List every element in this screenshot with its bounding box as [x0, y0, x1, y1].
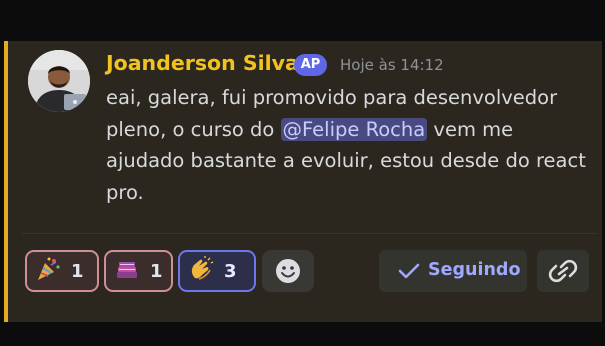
message-timestamp[interactable]: Hoje às 14:12 — [340, 56, 444, 74]
reaction-party-popper[interactable]: 1 — [25, 250, 99, 292]
reaction-count: 1 — [71, 260, 84, 282]
clapping-hands-icon — [188, 256, 214, 286]
avatar[interactable] — [28, 50, 90, 112]
reaction-count: 1 — [150, 260, 163, 282]
avatar-photo — [28, 50, 90, 112]
link-icon — [537, 259, 589, 296]
reaction-clapping-hands[interactable]: 3 — [178, 250, 256, 292]
checkmark-icon — [398, 263, 420, 279]
reaction-books[interactable]: 1 — [104, 250, 173, 292]
party-popper-icon — [35, 256, 61, 286]
author-name[interactable]: Joanderson Silva — [106, 51, 299, 75]
smiley-face-icon — [262, 259, 314, 296]
books-icon — [114, 256, 140, 286]
add-reaction-button[interactable] — [262, 250, 314, 292]
reaction-count: 3 — [224, 260, 237, 282]
divider — [22, 233, 597, 234]
following-button[interactable]: Seguindo — [379, 250, 527, 292]
user-mention[interactable]: @Felipe Rocha — [280, 117, 428, 141]
message-content: eai, galera, fui promovido para desenvol… — [106, 82, 596, 208]
following-label: Seguindo — [428, 260, 521, 280]
discord-chat-view: Joanderson Silva AP Hoje às 14:12 eai, g… — [0, 0, 605, 346]
chat-message[interactable]: Joanderson Silva AP Hoje às 14:12 eai, g… — [4, 41, 602, 322]
member-badge[interactable]: AP — [294, 54, 327, 76]
copy-link-button[interactable] — [537, 250, 589, 292]
